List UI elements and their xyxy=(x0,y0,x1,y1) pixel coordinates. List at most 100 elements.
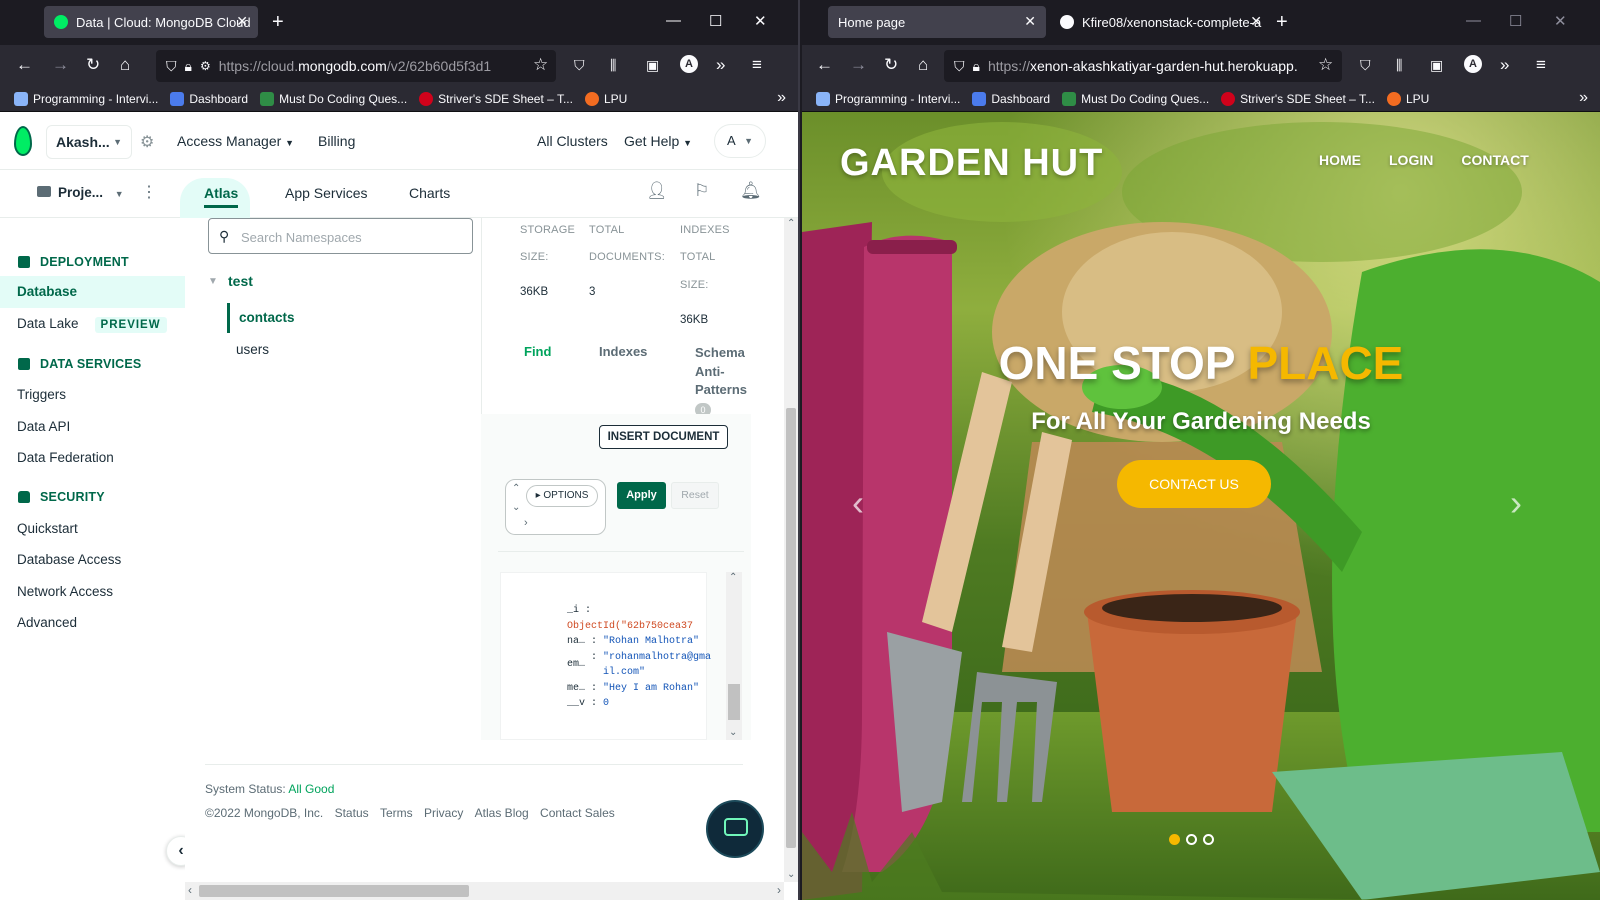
carousel-dot-active[interactable] xyxy=(1169,834,1180,845)
pocket-icon[interactable]: ⛉ xyxy=(1360,55,1371,75)
org-settings-gear-icon[interactable]: ⚙ xyxy=(140,132,154,152)
back-icon[interactable]: ← xyxy=(816,55,833,75)
new-tab-icon[interactable]: + xyxy=(1276,12,1288,32)
bookmarks-overflow-icon[interactable]: » xyxy=(777,89,786,107)
new-tab-icon[interactable]: + xyxy=(272,12,284,32)
bookmark-item[interactable]: LPU xyxy=(584,91,627,106)
search-namespaces-input[interactable]: ⚲ Search Namespaces xyxy=(208,218,473,254)
home-icon[interactable]: ⌂ xyxy=(918,55,928,75)
footer-link-status[interactable]: Status xyxy=(335,806,369,820)
forward-icon[interactable]: → xyxy=(52,55,69,75)
sidebar-item-network-access[interactable]: Network Access xyxy=(17,584,113,599)
sidebar-icon[interactable]: ▣ xyxy=(1430,55,1443,75)
project-selector[interactable]: Proje... ▼ xyxy=(58,185,124,200)
url-bar[interactable]: ⛉ 🔒︎ https://xenon-akashkatiyar-garden-h… xyxy=(944,50,1342,82)
org-selector[interactable]: Akash... ▼ xyxy=(46,125,132,159)
sidebar-item-triggers[interactable]: Triggers xyxy=(17,387,66,402)
apply-button[interactable]: Apply xyxy=(617,482,666,509)
footer-link-contact-sales[interactable]: Contact Sales xyxy=(540,806,615,820)
document-card[interactable]: _i : ObjectId("62b750cea37 na… : "Rohan … xyxy=(500,572,711,740)
bookmarks-overflow-icon[interactable]: » xyxy=(1579,89,1588,107)
collection-contacts[interactable]: contacts xyxy=(239,310,295,325)
pocket-icon[interactable]: ⛉ xyxy=(574,55,585,75)
menu-icon[interactable]: ≡ xyxy=(752,55,762,75)
filter-box[interactable]: ⌃ ⌄ › ▸ OPTIONS xyxy=(505,479,606,535)
bookmark-item[interactable]: Must Do Coding Ques... xyxy=(1062,91,1209,106)
bookmark-item[interactable]: Dashboard xyxy=(170,91,248,106)
bookmark-item[interactable]: Programming - Intervi... xyxy=(816,91,960,106)
bookmark-item[interactable]: Must Do Coding Ques... xyxy=(260,91,407,106)
sidebar-item-data-lake[interactable]: Data Lake PREVIEW xyxy=(17,316,167,333)
bookmark-item[interactable]: Programming - Intervi... xyxy=(14,91,158,106)
carousel-prev-icon[interactable]: ‹ xyxy=(852,482,864,524)
nav-login-link[interactable]: LOGIN xyxy=(1389,152,1433,168)
reload-icon[interactable]: ↻ xyxy=(884,55,898,75)
bookmark-star-icon[interactable]: ☆ xyxy=(1318,55,1333,75)
carousel-next-icon[interactable]: › xyxy=(1510,482,1522,524)
back-icon[interactable]: ← xyxy=(16,55,33,75)
tab-mongodb[interactable]: Data | Cloud: MongoDB Cloud ✕ xyxy=(44,6,258,38)
bookmark-item[interactable]: LPU xyxy=(1386,91,1429,106)
footer-link-terms[interactable]: Terms xyxy=(380,806,413,820)
sidebar-item-data-federation[interactable]: Data Federation xyxy=(17,450,114,465)
insert-document-button[interactable]: INSERT DOCUMENT xyxy=(599,425,728,449)
home-icon[interactable]: ⌂ xyxy=(120,55,130,75)
billing-link[interactable]: Billing xyxy=(318,133,355,149)
tab-atlas[interactable]: Atlas xyxy=(204,185,239,208)
tab-charts[interactable]: Charts xyxy=(409,185,450,201)
footer-link-atlas-blog[interactable]: Atlas Blog xyxy=(475,806,529,820)
documents-scrollbar[interactable]: ⌃ ⌄ xyxy=(726,572,742,740)
reset-button[interactable]: Reset xyxy=(671,482,719,509)
account-icon[interactable]: A xyxy=(1464,55,1482,73)
bookmark-item[interactable]: Striver's SDE Sheet – T... xyxy=(1221,91,1375,106)
close-window-icon[interactable]: ✕ xyxy=(1554,12,1567,30)
sidebar-icon[interactable]: ▣ xyxy=(646,55,659,75)
footer-link-privacy[interactable]: Privacy xyxy=(424,806,463,820)
sidebar-item-advanced[interactable]: Advanced xyxy=(17,615,77,630)
sidebar-item-database-access[interactable]: Database Access xyxy=(17,552,121,567)
tab-app-services[interactable]: App Services xyxy=(285,185,367,201)
sidebar-item-data-api[interactable]: Data API xyxy=(17,419,70,434)
minimize-icon[interactable]: — xyxy=(1466,12,1481,29)
forward-icon[interactable]: → xyxy=(850,55,867,75)
maximize-icon[interactable]: ☐ xyxy=(709,12,722,30)
close-tab-icon[interactable]: ✕ xyxy=(1024,13,1036,30)
close-window-icon[interactable]: ✕ xyxy=(754,12,767,30)
tab-github[interactable]: Kfire08/xenonstack-complete-a ✕ xyxy=(1050,6,1266,38)
page-horizontal-scrollbar[interactable]: ‹ › xyxy=(185,882,784,900)
close-tab-icon[interactable]: ✕ xyxy=(236,13,248,30)
close-tab-icon[interactable]: ✕ xyxy=(1250,13,1262,30)
site-logo[interactable]: GARDEN HUT xyxy=(840,142,1103,185)
page-vertical-scrollbar[interactable]: ⌃ ⌄ xyxy=(784,218,798,882)
extensions-overflow-icon[interactable]: » xyxy=(716,55,725,75)
caret-down-icon[interactable]: ▼ xyxy=(208,276,218,287)
maximize-icon[interactable]: ☐ xyxy=(1509,12,1522,30)
sidebar-item-quickstart[interactable]: Quickstart xyxy=(17,521,78,536)
sidebar-item-database[interactable]: Database xyxy=(0,276,185,308)
account-icon[interactable]: A xyxy=(680,55,698,73)
options-toggle[interactable]: ▸ OPTIONS xyxy=(526,485,598,507)
all-clusters-link[interactable]: All Clusters xyxy=(537,133,608,149)
user-menu[interactable]: A ▼ xyxy=(714,124,766,158)
collection-users[interactable]: users xyxy=(236,342,269,357)
mongodb-leaf-logo-icon[interactable] xyxy=(14,126,32,156)
more-options-icon[interactable]: ⋮ xyxy=(141,182,157,202)
access-manager-menu[interactable]: Access Manager ▼ xyxy=(177,133,294,149)
invite-user-icon[interactable]: 👤︎ xyxy=(646,181,668,201)
reload-icon[interactable]: ↻ xyxy=(86,55,100,75)
contact-us-button[interactable]: CONTACT US xyxy=(1117,460,1271,508)
library-icon[interactable]: ⫼ xyxy=(1396,55,1402,75)
tab-find[interactable]: Find xyxy=(524,344,551,359)
bookmark-item[interactable]: Striver's SDE Sheet – T... xyxy=(419,91,573,106)
bookmark-star-icon[interactable]: ☆ xyxy=(533,55,548,75)
namespace-db-test[interactable]: test xyxy=(228,273,253,289)
nav-home-link[interactable]: HOME xyxy=(1319,152,1361,168)
system-status-link[interactable]: All Good xyxy=(288,782,334,796)
notifications-bell-icon[interactable]: 🔔︎ xyxy=(740,181,762,201)
minimize-icon[interactable]: — xyxy=(666,12,681,29)
carousel-dot[interactable] xyxy=(1203,834,1214,845)
extensions-overflow-icon[interactable]: » xyxy=(1500,55,1509,75)
tab-home-page[interactable]: Home page ✕ xyxy=(828,6,1046,38)
library-icon[interactable]: ⫼ xyxy=(610,55,616,75)
carousel-dot[interactable] xyxy=(1186,834,1197,845)
